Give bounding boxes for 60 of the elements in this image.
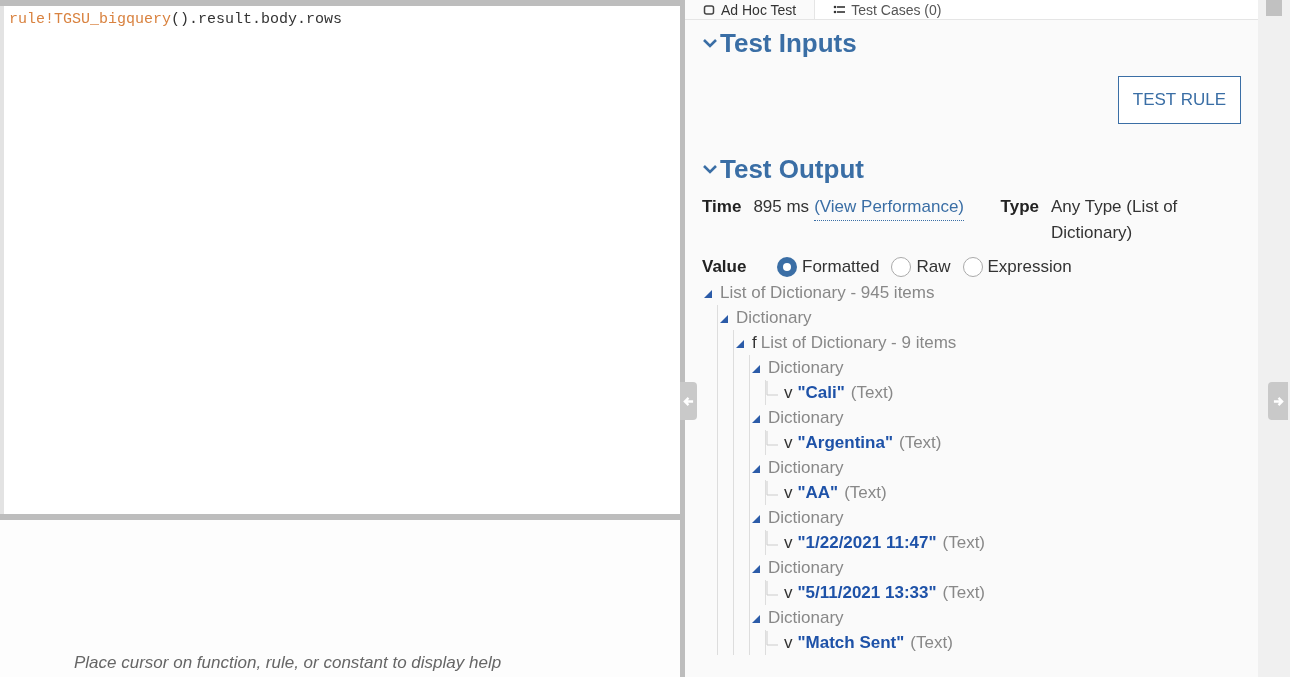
arrow-right-icon: [1272, 395, 1284, 407]
field-value: "AA": [797, 481, 839, 504]
field-key: v: [784, 529, 793, 556]
field-value: "5/11/2021 13:33": [797, 581, 937, 604]
field-key: v: [784, 479, 793, 506]
type-value: Any Type (List of Dictionary): [1051, 196, 1179, 244]
view-performance-link[interactable]: (View Performance): [814, 194, 965, 221]
connector-line: [766, 430, 778, 447]
time-value: 895 ms: [753, 196, 810, 218]
field-type: (Text): [844, 481, 887, 504]
connector-line: [766, 380, 778, 397]
radio-button[interactable]: [777, 257, 797, 277]
format-radio-option[interactable]: Expression: [962, 254, 1072, 280]
list-icon: [833, 3, 846, 16]
section-title[interactable]: Test Inputs: [720, 23, 857, 63]
code-text: ().result.body.rows: [171, 11, 343, 28]
field-value: "Argentina": [797, 431, 893, 454]
type-label: Type: [1000, 196, 1039, 218]
test-rule-button[interactable]: TEST RULE: [1117, 76, 1241, 124]
connector-line: [766, 530, 778, 547]
tree-node-label[interactable]: List of Dictionary - 9 items: [760, 329, 957, 356]
field-value: "Cali": [797, 381, 845, 404]
radio-button[interactable]: [891, 257, 912, 277]
code-editor[interactable]: rule!TGSU_bigquery().result.body.rows: [0, 6, 680, 514]
tree-node-label[interactable]: Dictionary: [768, 404, 844, 431]
collapse-right-handle[interactable]: [1268, 382, 1288, 420]
field-type: (Text): [898, 431, 942, 454]
time-label: Time: [702, 196, 742, 218]
value-label: Value: [702, 256, 748, 279]
field-type: (Text): [942, 581, 985, 604]
help-text: Place cursor on function, rule, or constant to display help: [74, 651, 502, 674]
field-key: f: [752, 329, 757, 356]
field-key: v: [784, 629, 793, 656]
field-value: "1/22/2021 11:47": [797, 531, 937, 554]
arrow-left-icon: [683, 395, 694, 407]
field-type: (Text): [850, 381, 894, 404]
field-value: "Match Sent": [797, 631, 905, 654]
scrollbar-thumb[interactable]: [1266, 0, 1282, 16]
format-radio-option[interactable]: Formatted: [777, 254, 880, 280]
section-title[interactable]: Test Output: [720, 149, 864, 189]
format-radio-option[interactable]: Raw: [891, 254, 951, 280]
field-key: v: [784, 579, 793, 606]
radio-button[interactable]: [962, 257, 983, 277]
field-type: (Text): [910, 631, 953, 654]
connector-line: [766, 630, 778, 647]
field-key: v: [784, 429, 793, 456]
tree-node-label[interactable]: Dictionary: [768, 354, 844, 381]
rule-reference: rule!TGSU_bigquery: [9, 11, 172, 28]
collapse-left-handle[interactable]: [680, 382, 697, 420]
tree-node-label[interactable]: Dictionary: [736, 304, 812, 331]
tree-node-label[interactable]: List of Dictionary - 945 items: [720, 279, 935, 306]
field-type: (Text): [942, 531, 985, 554]
tab[interactable]: Ad Hoc Test: [685, 0, 816, 19]
field-key: v: [784, 379, 793, 406]
tree-node-label[interactable]: Dictionary: [768, 554, 844, 581]
tree-node-label[interactable]: Dictionary: [768, 504, 844, 531]
tree-node-label[interactable]: Dictionary: [768, 604, 844, 631]
connector-line: [766, 480, 778, 497]
tree-node-label[interactable]: Dictionary: [768, 454, 844, 481]
connector-line: [766, 580, 778, 597]
